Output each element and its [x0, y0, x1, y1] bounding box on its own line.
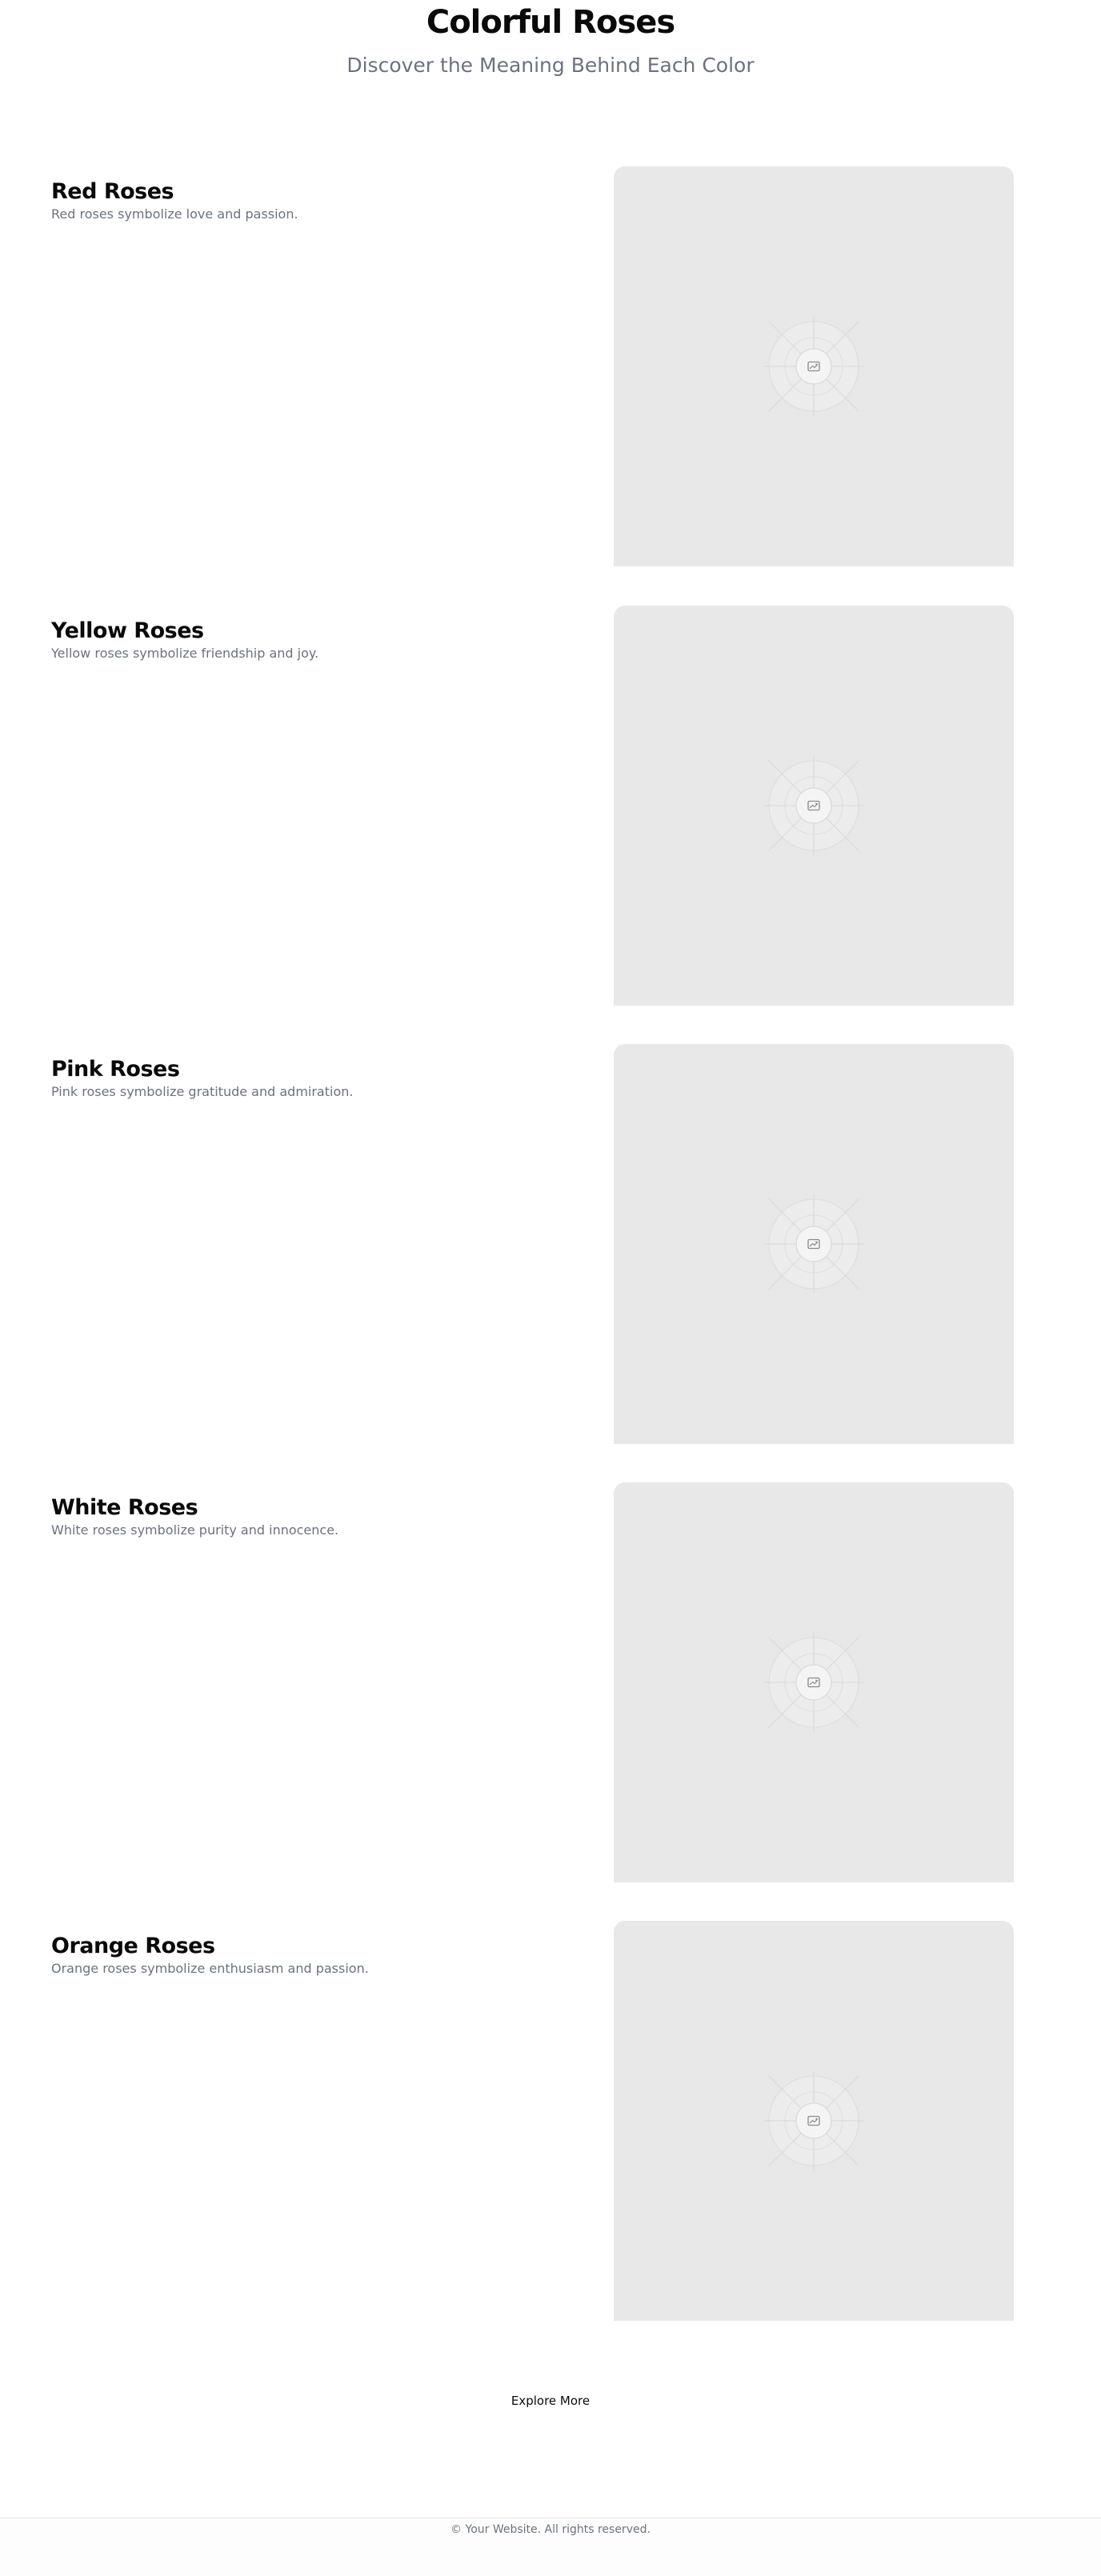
hero: Colorful Roses Discover the Meaning Behi… — [0, 0, 1101, 79]
rose-image-placeholder — [614, 1482, 1014, 1882]
section-description: Orange roses symbolize enthusiasm and pa… — [51, 1961, 369, 1976]
rose-image-placeholder — [614, 1044, 1014, 1444]
image-placeholder-graphic — [764, 756, 863, 855]
page-subtitle: Discover the Meaning Behind Each Color — [346, 54, 755, 77]
section-title: Red Roses — [51, 179, 174, 204]
section-description: Yellow roses symbolize friendship and jo… — [51, 646, 319, 661]
rose-image-placeholder — [614, 1921, 1014, 2321]
rose-image-placeholder — [614, 166, 1014, 566]
rose-section-yellow: Yellow Roses Yellow roses symbolize frie… — [0, 606, 1101, 1034]
section-title: Yellow Roses — [51, 618, 204, 643]
section-text: Orange Roses Orange roses symbolize enth… — [51, 1934, 531, 1978]
rose-image-placeholder — [614, 606, 1014, 1006]
section-text: Pink Roses Pink roses symbolize gratitud… — [51, 1057, 531, 1102]
explore-more-button[interactable]: Explore More — [498, 2386, 603, 2415]
section-text: Yellow Roses Yellow roses symbolize frie… — [51, 618, 531, 663]
footer: © Your Website. All rights reserved. — [0, 2518, 1101, 2576]
page-title: Colorful Roses — [426, 4, 675, 41]
section-title: Pink Roses — [51, 1057, 180, 1082]
section-text: Red Roses Red roses symbolize love and p… — [51, 179, 531, 224]
image-placeholder-graphic — [764, 1194, 863, 1294]
image-placeholder-graphic — [764, 317, 863, 416]
section-description: White roses symbolize purity and innocen… — [51, 1522, 339, 1538]
image-placeholder-graphic — [764, 1633, 863, 1732]
rose-section-orange: Orange Roses Orange roses symbolize enth… — [0, 1921, 1101, 2350]
section-title: Orange Roses — [51, 1934, 215, 1958]
rose-section-white: White Roses White roses symbolize purity… — [0, 1482, 1101, 1911]
rose-section-pink: Pink Roses Pink roses symbolize gratitud… — [0, 1044, 1101, 1473]
page: Colorful Roses Discover the Meaning Behi… — [0, 0, 1101, 2576]
section-description: Pink roses symbolize gratitude and admir… — [51, 1084, 354, 1099]
rose-section-red: Red Roses Red roses symbolize love and p… — [0, 166, 1101, 595]
section-title: White Roses — [51, 1495, 198, 1520]
footer-copyright: © Your Website. All rights reserved. — [450, 2523, 651, 2536]
section-text: White Roses White roses symbolize purity… — [51, 1495, 531, 1540]
image-placeholder-graphic — [764, 2071, 863, 2170]
section-description: Red roses symbolize love and passion. — [51, 206, 298, 222]
